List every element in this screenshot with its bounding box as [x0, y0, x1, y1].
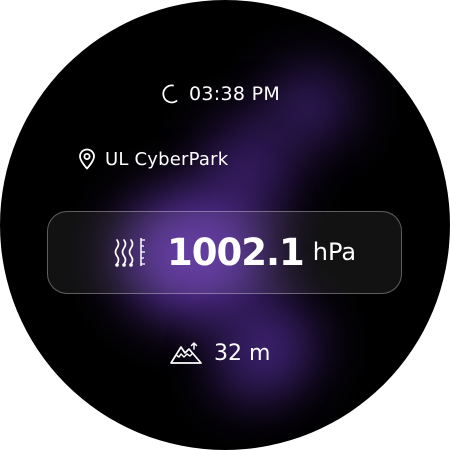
time-display: 03:38 PM — [159, 82, 280, 106]
time-text: 03:38 PM — [189, 83, 281, 105]
altitude-value: 32 m — [214, 340, 271, 366]
location-display: UL CyberPark — [78, 147, 228, 171]
pressure-readout: 1002.1 hPa — [111, 228, 356, 276]
background-glow — [270, 70, 350, 140]
location-pin-icon — [78, 148, 96, 170]
mountain-icon — [170, 341, 202, 365]
crescent-moon-icon — [159, 83, 179, 105]
watch-face: 03:38 PM UL CyberPark 1002.1 hPa 32 m — [0, 0, 450, 450]
altitude-display: 32 m — [170, 338, 270, 368]
location-name: UL CyberPark — [105, 148, 229, 170]
pressure-unit: hPa — [312, 238, 357, 266]
pressure-value: 1002.1 — [167, 230, 305, 274]
barometer-icon — [111, 235, 147, 269]
